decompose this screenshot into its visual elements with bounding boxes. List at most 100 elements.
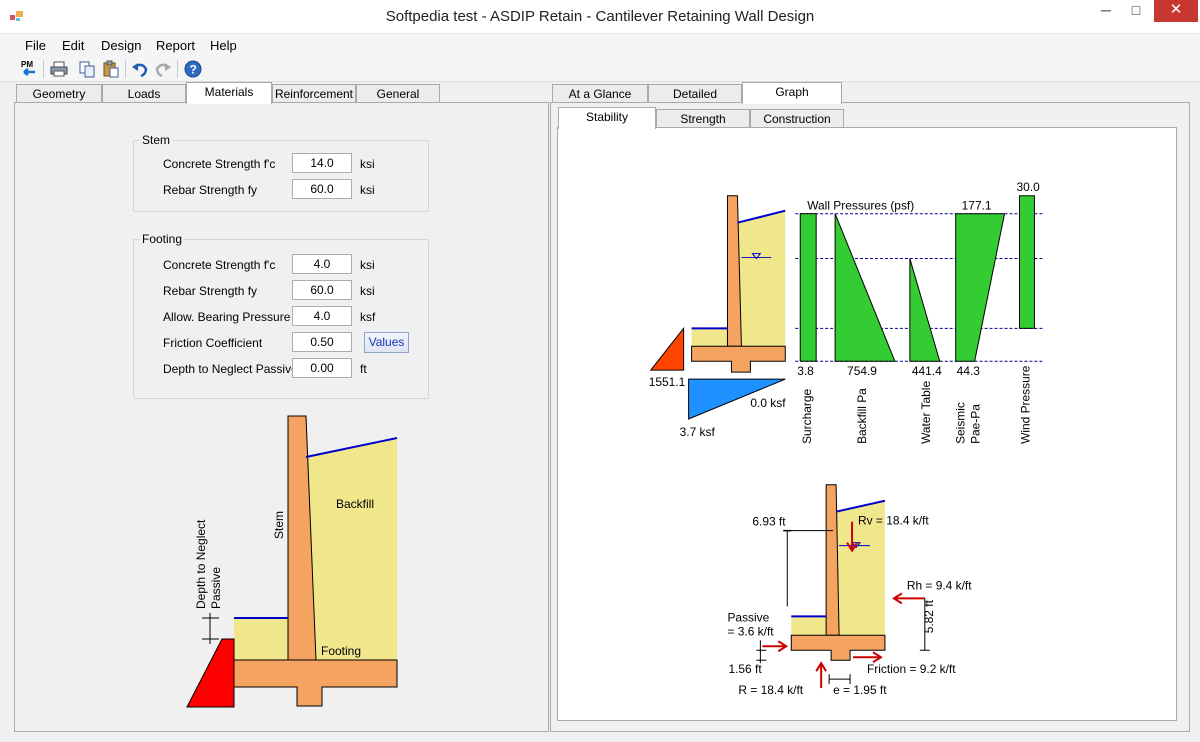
maximize-button[interactable]: □ bbox=[1122, 0, 1150, 22]
wind-pressure-label: Wind Pressure bbox=[1018, 365, 1032, 444]
values-button[interactable]: Values bbox=[364, 332, 409, 353]
tab-graph[interactable]: Graph bbox=[742, 82, 842, 104]
friction-coefficient-input[interactable]: 0.50 bbox=[292, 332, 352, 352]
redo-icon[interactable] bbox=[153, 59, 173, 79]
close-button[interactable]: ✕ bbox=[1154, 0, 1198, 22]
stem-rebar-unit: ksi bbox=[360, 183, 375, 197]
soil-pressure-left: 3.7 ksf bbox=[680, 425, 716, 439]
title-bar: Softpedia test - ASDIP Retain - Cantilev… bbox=[0, 0, 1200, 34]
backfill-pa-label: Backfill Pa bbox=[855, 388, 869, 444]
stem-group: Stem bbox=[133, 133, 429, 212]
menu-design[interactable]: Design bbox=[101, 38, 141, 53]
rv-label: Rv = 18.4 k/ft bbox=[858, 514, 929, 528]
menu-report[interactable]: Report bbox=[156, 38, 195, 53]
seismic-top-value: 177.1 bbox=[962, 199, 992, 213]
passive-value: 1551.1 bbox=[649, 375, 686, 389]
friction-coefficient-label: Friction Coefficient bbox=[163, 336, 263, 350]
toolbar-separator bbox=[125, 60, 126, 78]
soil-pressure-right: 0.0 ksf bbox=[750, 396, 786, 410]
help-icon[interactable]: ? bbox=[183, 59, 203, 79]
footing-concrete-label: Concrete Strength f'c bbox=[163, 258, 276, 272]
window-title: Softpedia test - ASDIP Retain - Cantilev… bbox=[385, 8, 815, 25]
seismic-value: 44.3 bbox=[957, 364, 981, 378]
eccentricity-label: e = 1.95 ft bbox=[833, 683, 887, 697]
front-soil bbox=[234, 618, 290, 660]
tab-at-a-glance[interactable]: At a Glance bbox=[552, 84, 648, 103]
rh-label: Rh = 9.4 k/ft bbox=[907, 578, 972, 592]
passive-force-label-1: Passive bbox=[727, 610, 769, 624]
passive-pressure-triangle bbox=[186, 638, 235, 708]
svg-text:?: ? bbox=[190, 63, 197, 77]
copy-icon[interactable] bbox=[77, 59, 97, 79]
tab-strength[interactable]: Strength bbox=[656, 109, 750, 128]
stem-group-title: Stem bbox=[140, 133, 173, 147]
menu-edit[interactable]: Edit bbox=[62, 38, 84, 53]
water-table-bar bbox=[909, 258, 941, 362]
lower-front-soil bbox=[791, 616, 827, 636]
backfill-pa-value: 754.9 bbox=[847, 364, 877, 378]
menu-bar: File Edit Design Report Help bbox=[0, 34, 1200, 56]
seismic-label-1: Seismic bbox=[954, 402, 968, 444]
dim-693: 6.93 ft bbox=[752, 515, 786, 529]
pm-icon-label: PM bbox=[21, 60, 33, 69]
depth-neglect-label-2: Passive bbox=[209, 567, 223, 609]
lower-stem bbox=[825, 484, 840, 636]
tab-reinforcement[interactable]: Reinforcement bbox=[272, 84, 356, 103]
bearing-pressure-label: Allow. Bearing Pressure bbox=[163, 310, 291, 324]
menu-help[interactable]: Help bbox=[210, 38, 237, 53]
stem-label: Stem bbox=[272, 511, 286, 539]
undo-icon[interactable] bbox=[130, 59, 150, 79]
surcharge-bar bbox=[799, 213, 817, 362]
friction-label: Friction = 9.2 k/ft bbox=[867, 662, 956, 676]
materials-panel: Stem Concrete Strength f'c 14.0 ksi Reba… bbox=[14, 102, 549, 732]
stem-rebar-input[interactable]: 60.0 bbox=[292, 179, 352, 199]
paste-icon[interactable] bbox=[101, 59, 121, 79]
stem-concrete-input[interactable]: 14.0 bbox=[292, 153, 352, 173]
upper-front-soil bbox=[691, 328, 728, 347]
tab-loads[interactable]: Loads bbox=[102, 84, 186, 103]
tab-general[interactable]: General bbox=[356, 84, 440, 103]
passive-force-label-2: = 3.6 k/ft bbox=[727, 624, 774, 638]
footing-concrete-input[interactable]: 4.0 bbox=[292, 254, 352, 274]
menu-file[interactable]: File bbox=[25, 38, 46, 53]
wind-top-value: 30.0 bbox=[1016, 180, 1040, 194]
tab-geometry[interactable]: Geometry bbox=[16, 84, 102, 103]
footing-rebar-input[interactable]: 60.0 bbox=[292, 280, 352, 300]
upper-footing bbox=[691, 345, 786, 373]
footing-label: Footing bbox=[321, 644, 361, 658]
dim-582: 5.82 ft bbox=[922, 599, 936, 633]
depth-neglect-passive-input[interactable]: 0.00 bbox=[292, 358, 352, 378]
toolbar: PM ? bbox=[0, 56, 1200, 82]
pm-icon[interactable]: PM bbox=[18, 59, 38, 79]
passive-triangle bbox=[649, 326, 685, 371]
wind-pressure-bar bbox=[1018, 195, 1035, 329]
tab-materials[interactable]: Materials bbox=[186, 82, 272, 104]
resultant-label: R = 18.4 k/ft bbox=[738, 683, 803, 697]
tab-construction[interactable]: Construction bbox=[750, 109, 844, 128]
tab-detailed[interactable]: Detailed bbox=[648, 84, 742, 103]
stability-graph: 1551.1 0.0 ksf 3.7 ksf Wall Pressures (p… bbox=[557, 127, 1177, 721]
depth-neglect-passive-label: Depth to Neglect Passive bbox=[163, 362, 298, 376]
surcharge-value: 3.8 bbox=[797, 364, 814, 378]
stem-concrete-unit: ksi bbox=[360, 157, 375, 171]
footing-group-title: Footing bbox=[140, 232, 185, 246]
upper-stem bbox=[726, 195, 742, 347]
bearing-pressure-unit: ksf bbox=[360, 310, 376, 324]
upper-backfill bbox=[737, 210, 786, 347]
print-icon[interactable] bbox=[49, 59, 69, 79]
toolbar-separator bbox=[177, 60, 178, 78]
surcharge-label: Surcharge bbox=[800, 388, 814, 443]
depth-neglect-label-1: Depth to Neglect bbox=[194, 519, 208, 609]
bearing-pressure-input[interactable]: 4.0 bbox=[292, 306, 352, 326]
stem-concrete-label: Concrete Strength f'c bbox=[163, 157, 276, 171]
stem-rebar-label: Rebar Strength fy bbox=[163, 183, 258, 197]
water-table-label: Water Table bbox=[919, 381, 933, 444]
tab-stability[interactable]: Stability bbox=[558, 107, 656, 129]
footing-rebar-label: Rebar Strength fy bbox=[163, 284, 258, 298]
backfill-soil bbox=[306, 438, 397, 660]
minimize-button[interactable]: ─ bbox=[1092, 0, 1120, 22]
toolbar-separator bbox=[43, 60, 44, 78]
footing-shape bbox=[233, 659, 398, 707]
dim-156: 1.56 ft bbox=[728, 662, 762, 676]
backfill-pa-bar bbox=[834, 213, 896, 362]
